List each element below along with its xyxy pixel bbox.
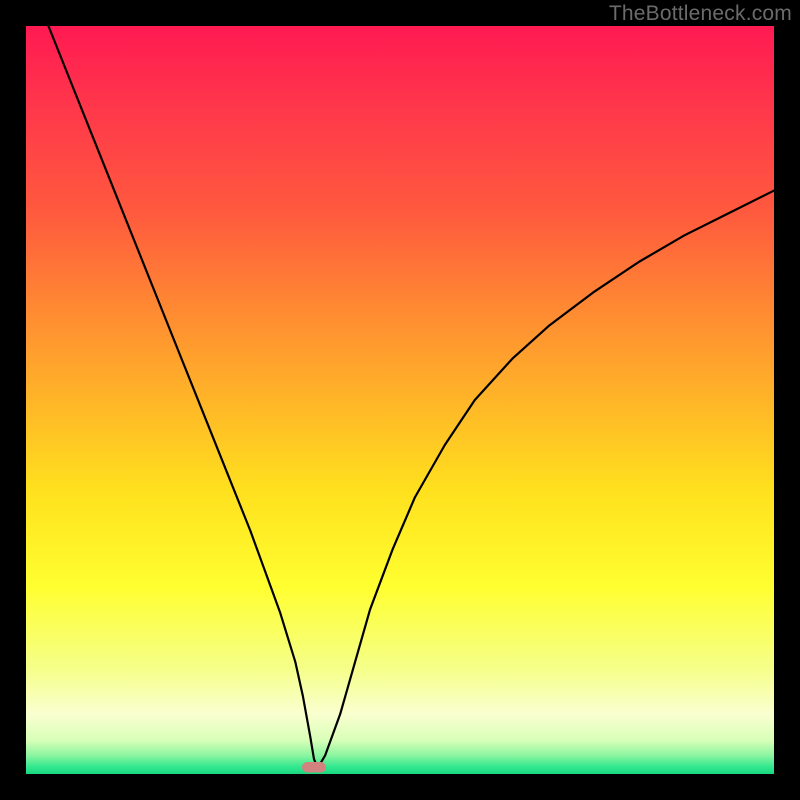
optimum-marker	[302, 762, 326, 772]
chart-svg	[26, 26, 774, 774]
chart-frame: TheBottleneck.com	[0, 0, 800, 800]
watermark-text: TheBottleneck.com	[609, 2, 792, 26]
plot-area	[26, 26, 774, 774]
gradient-background	[26, 26, 774, 774]
